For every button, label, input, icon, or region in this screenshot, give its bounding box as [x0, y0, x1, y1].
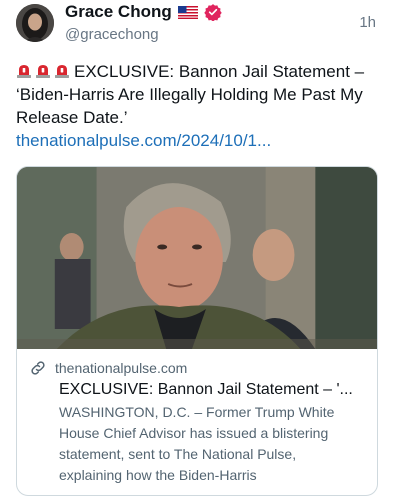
siren-icon — [36, 65, 50, 78]
verified-badge-icon — [204, 4, 222, 21]
siren-emojis — [16, 63, 70, 79]
handle[interactable]: @gracechong — [65, 26, 159, 43]
link-icon — [31, 361, 45, 375]
post-text: EXCLUSIVE: Bannon Jail Statement – ‘Bide… — [16, 60, 386, 152]
card-description: WASHINGTON, D.C. – Former Trump White Ho… — [59, 404, 335, 483]
post[interactable]: Grace Chong @gracechong 1h EXCLUSIVE: Ba… — [0, 0, 394, 500]
card-domain: thenationalpulse.com — [55, 360, 188, 376]
display-name[interactable]: Grace Chong — [65, 2, 172, 22]
us-flag-icon — [177, 5, 198, 19]
card-image[interactable] — [17, 167, 377, 349]
siren-icon — [55, 65, 69, 78]
siren-icon — [17, 65, 31, 78]
card-title[interactable]: EXCLUSIVE: Bannon Jail Statement – '... — [29, 379, 365, 401]
post-link[interactable]: thenationalpulse.com/2024/10/1... — [16, 129, 386, 152]
link-preview-card[interactable]: thenationalpulse.com EXCLUSIVE: Bannon J… — [16, 166, 378, 496]
timestamp[interactable]: 1h — [359, 14, 376, 31]
avatar[interactable] — [16, 4, 54, 42]
